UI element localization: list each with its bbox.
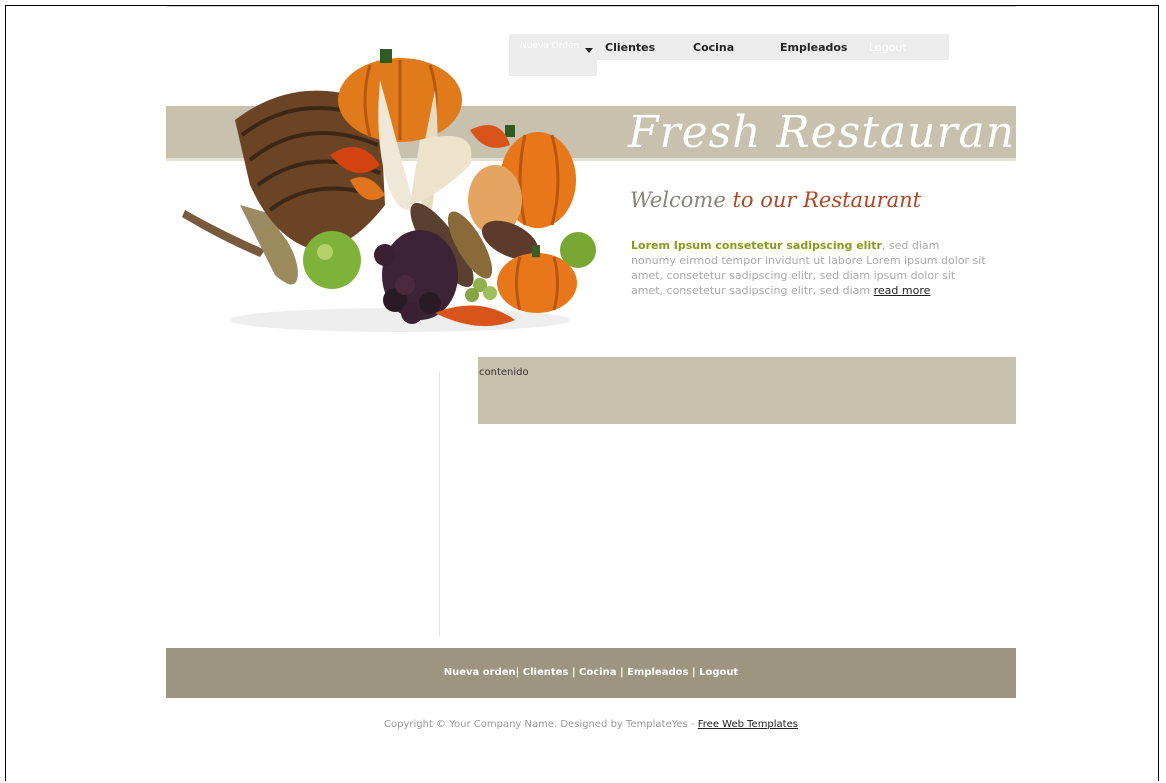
footer-link-clientes[interactable]: Clientes <box>523 667 569 678</box>
footer-link-logout[interactable]: Logout <box>699 667 738 678</box>
cornucopia-illustration <box>182 49 596 332</box>
nav-item-cocina[interactable]: Cocina <box>693 41 734 54</box>
top-nav: Nueva Orden Clientes Cocina Empleados Lo… <box>509 34 949 76</box>
read-more-link[interactable]: read more <box>874 284 931 297</box>
sidebar-divider <box>439 372 440 636</box>
footer-link-nueva-orden[interactable]: Nueva orden <box>444 667 516 678</box>
footer-bar: Nueva orden| Clientes | Cocina | Emplead… <box>166 648 1016 698</box>
free-templates-link[interactable]: Free Web Templates <box>698 719 798 730</box>
nav-item-empleados[interactable]: Empleados <box>780 41 847 54</box>
nav-item-logout[interactable]: Logout <box>869 41 907 54</box>
footer-link-cocina[interactable]: Cocina <box>579 667 616 678</box>
nav-item-clientes[interactable]: Clientes <box>605 41 655 54</box>
footer-links: Nueva orden| Clientes | Cocina | Emplead… <box>443 667 739 678</box>
top-divider <box>166 6 1016 7</box>
welcome-part2: to our Restaurant <box>732 188 922 212</box>
copyright: Copyright © Your Company Name. Designed … <box>166 719 1016 730</box>
welcome-part1: Welcome <box>630 188 726 212</box>
footer-link-empleados[interactable]: Empleados <box>627 667 688 678</box>
nav-dropdown-panel <box>509 60 597 76</box>
copyright-text: Copyright © Your Company Name. Designed … <box>384 719 698 730</box>
site-title: Fresh Restaurant <box>628 107 1034 158</box>
chevron-down-icon[interactable] <box>585 48 593 53</box>
intro-text: Lorem Ipsum consetetur sadipscing elitr,… <box>631 238 986 298</box>
content-label: contenido <box>479 367 529 378</box>
intro-lead: Lorem Ipsum consetetur sadipscing elitr <box>631 239 882 252</box>
content-panel: contenido <box>478 357 1016 424</box>
nav-item-nueva-orden[interactable]: Nueva Orden <box>520 40 580 52</box>
welcome-heading: Welcome to our Restaurant <box>630 188 921 212</box>
